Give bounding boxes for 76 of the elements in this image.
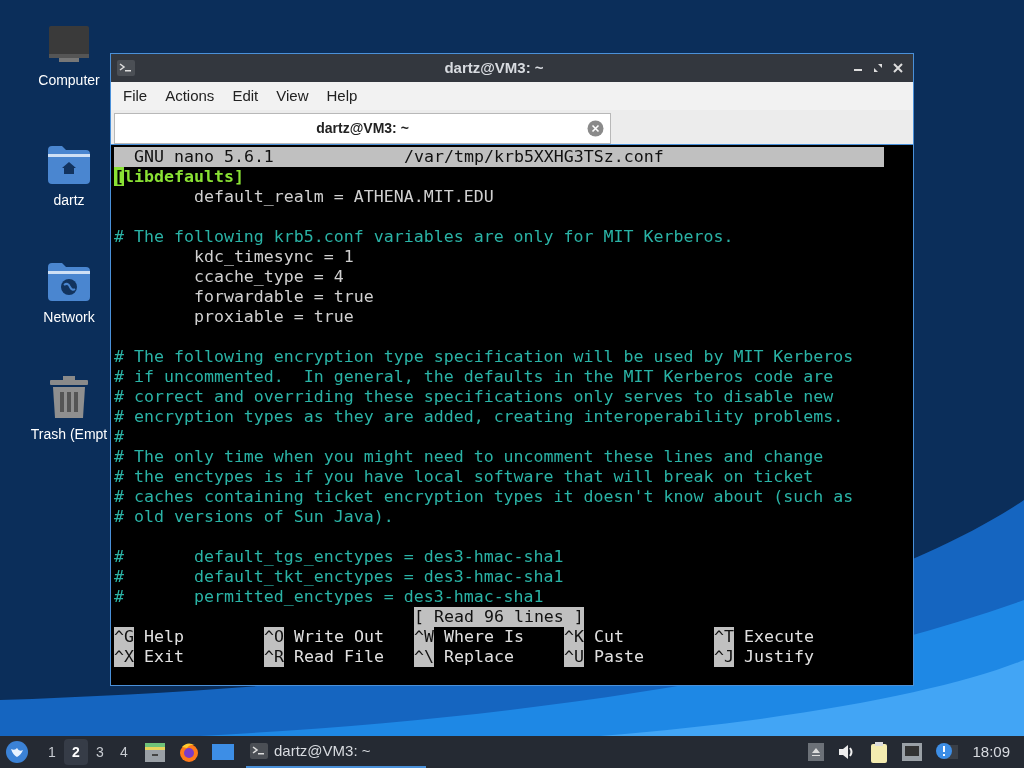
icon-label[interactable]: dartz	[53, 190, 85, 211]
shortcut-label: Cut	[594, 627, 624, 647]
terminal-icon	[250, 743, 268, 759]
file-path: /var/tmp/krb5XXHG3TSz.conf	[404, 147, 664, 167]
shortcut-label: Read File	[294, 647, 384, 667]
start-menu-icon[interactable]	[6, 741, 28, 763]
code-line: # the enctypes is if you have local software that will break on ticket	[114, 467, 815, 487]
network-port-icon[interactable]	[902, 743, 923, 761]
shortcut-label: Write Out	[294, 627, 384, 647]
code-line: # encryption types as they are added, creating interoperability problems.	[114, 407, 845, 427]
menu-item[interactable]: Edit	[224, 84, 267, 108]
code-line: # The following encryption type specification will be used by MIT Kerberos	[114, 347, 855, 367]
menu-item[interactable]: File	[115, 84, 156, 108]
window-title: dartz@VM3: ~	[443, 57, 545, 78]
status-message: [ Read 96 lines ]	[414, 607, 584, 627]
eject-icon[interactable]	[808, 743, 825, 761]
file-cabinet-icon[interactable]	[144, 741, 166, 763]
shortcut-key: ^O	[264, 627, 284, 647]
shortcut-label: Replace	[444, 647, 514, 667]
code-line: # caches containing ticket encryption types it doesn't know about (such as	[114, 487, 855, 507]
nano-version: GNU nano 5.6.1	[133, 147, 275, 167]
shortcut-key: ^G	[114, 627, 134, 647]
window-icon[interactable]	[212, 742, 234, 762]
shortcut-key: ^W	[414, 627, 434, 647]
monitor-icon	[47, 26, 91, 64]
code-line: default_realm = ATHENA.MIT.EDU	[192, 187, 495, 207]
menu-item[interactable]: View	[268, 84, 317, 108]
workspace-button[interactable]: 3	[88, 739, 112, 765]
shortcut-key: ^K	[564, 627, 584, 647]
code-line: forwardable = true	[192, 287, 375, 307]
code-line: ccache_type = 4	[192, 267, 345, 287]
network-folder-icon	[48, 263, 90, 301]
shortcut-label: Justify	[744, 647, 814, 667]
menu-item[interactable]: Actions	[157, 84, 223, 108]
shortcut-key: ^T	[714, 627, 734, 647]
terminal-icon	[117, 60, 135, 76]
code-line: kdc_timesync = 1	[192, 247, 355, 267]
shortcut-key: ^\	[414, 647, 434, 667]
icon-label[interactable]: Trash (Empt	[30, 424, 108, 445]
code-line: # default_tkt_enctypes = des3-hmac-sha1	[114, 567, 565, 587]
code-line: # old versions of Sun Java).	[114, 507, 395, 527]
shortcut-label: Help	[144, 627, 184, 647]
shortcut-key: ^J	[714, 647, 734, 667]
shortcut-key: ^U	[564, 647, 584, 667]
alert-icon[interactable]	[936, 742, 959, 762]
shortcut-label: Paste	[594, 647, 644, 667]
shortcut-label: Exit	[144, 647, 184, 667]
terminal-tab[interactable]: dartz@VM3: ~	[114, 113, 611, 144]
home-folder-icon	[48, 146, 90, 184]
code-line: # The following krb5.conf variables are only for MIT Kerberos.	[114, 227, 735, 247]
workspace-button[interactable]: 1	[40, 739, 64, 765]
code-line: [libdefaults]	[114, 167, 245, 187]
trash-icon	[50, 376, 88, 418]
code-line: # if uncommented. In general, the defaults in the MIT Kerberos code are	[114, 367, 835, 387]
shortcut-label: Execute	[744, 627, 814, 647]
icon-label[interactable]: Computer	[38, 70, 100, 91]
maximize-icon[interactable]	[873, 63, 883, 73]
shortcut-key: ^X	[114, 647, 134, 667]
workspace-button[interactable]: 2	[64, 739, 88, 765]
menu-item[interactable]: Help	[318, 84, 366, 108]
code-line: #	[114, 427, 125, 447]
clock: 18:09	[972, 741, 1010, 762]
workspace-button[interactable]: 4	[112, 739, 136, 765]
close-tab-icon[interactable]	[587, 120, 604, 137]
close-icon[interactable]	[893, 63, 903, 73]
code-line: # correct and overriding these specifications only serves to disable new	[114, 387, 835, 407]
code-line: proxiable = true	[192, 307, 355, 327]
shortcut-key: ^R	[264, 647, 284, 667]
browser-icon[interactable]	[178, 741, 200, 763]
code-line: # default_tgs_enctypes = des3-hmac-sha1	[114, 547, 565, 567]
clipboard-icon[interactable]	[870, 741, 889, 763]
code-line: # permitted_enctypes = des3-hmac-sha1	[114, 587, 545, 607]
taskbar-window-button[interactable]: dartz@VM3: ~	[246, 736, 426, 768]
icon-label[interactable]: Network	[43, 307, 95, 328]
shortcut-label: Where Is	[444, 627, 524, 647]
code-line: # The only time when you might need to uncomment these lines and change	[114, 447, 825, 467]
